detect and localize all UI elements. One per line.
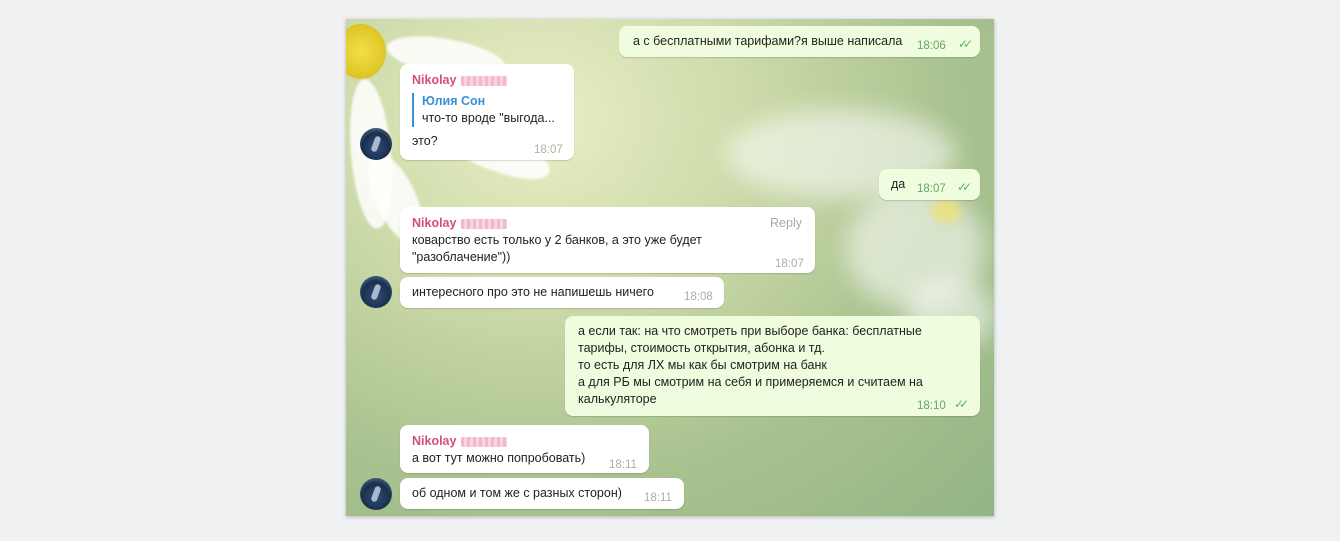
message-outgoing[interactable]: да 18:07 ✓✓ [879,169,980,200]
message-incoming[interactable]: Nikolay Reply коварство есть только у 2 … [400,207,815,273]
message-incoming[interactable]: интересного про это не напишешь ничего 1… [400,277,724,308]
message-time: 18:07 [534,144,563,156]
quoted-message[interactable]: Юлия Сон что-то вроде "выгода... [412,93,562,127]
double-check-icon: ✓✓ [958,37,973,51]
quote-author: Юлия Сон [422,94,486,108]
message-line: калькуляторе [578,392,657,406]
message-outgoing[interactable]: а с бесплатными тарифами?я выше написала… [619,26,980,57]
redacted-surname [461,75,508,86]
message-line: а для РБ мы смотрим на себя и примеряемс… [578,375,923,389]
message-text: а вот тут можно попробовать) [412,451,586,465]
sender-name[interactable]: Nikolay [412,215,803,232]
reply-button[interactable]: Reply [770,215,802,232]
redacted-surname [461,218,508,229]
chat-window[interactable]: а с бесплатными тарифами?я выше написала… [346,19,994,516]
message-text: да [891,177,906,191]
message-incoming[interactable]: об одном и том же с разных сторон) 18:11 [400,478,684,509]
message-line: коварство есть только у 2 банков, а это … [412,233,702,247]
message-outgoing[interactable]: а если так: на что смотреть при выборе б… [565,316,980,416]
user-avatar[interactable] [360,478,392,510]
sender-name[interactable]: Nikolay [412,433,637,450]
message-time: 18:10 [917,400,946,412]
double-check-icon: ✓✓ [954,397,969,411]
message-text: об одном и том же с разных сторон) [412,486,622,500]
double-check-icon: ✓✓ [957,180,972,194]
message-incoming[interactable]: Nikolay Юлия Сон что-то вроде "выгода...… [400,64,574,160]
message-time: 18:06 [917,40,946,52]
message-line: "разоблачение")) [412,250,511,264]
message-line: тарифы, стоимость открытия, абонка и тд. [578,341,825,355]
user-avatar[interactable] [360,276,392,308]
message-time: 18:08 [684,291,713,303]
user-avatar[interactable] [360,128,392,160]
message-text: а с бесплатными тарифами?я выше написала [633,34,903,48]
sender-name[interactable]: Nikolay [412,72,562,89]
message-line: то есть для ЛХ мы как бы смотрим на банк [578,358,827,372]
message-text: интересного про это не напишешь ничего [412,285,654,299]
message-time: 18:07 [917,183,946,195]
message-incoming[interactable]: Nikolay а вот тут можно попробовать) 18:… [400,425,649,473]
message-time: 18:11 [644,492,672,504]
message-time: 18:07 [775,258,804,270]
quote-text: что-то вроде "выгода... [422,111,555,125]
redacted-surname [461,436,508,447]
message-time: 18:11 [609,459,637,471]
message-line: а если так: на что смотреть при выборе б… [578,324,922,338]
